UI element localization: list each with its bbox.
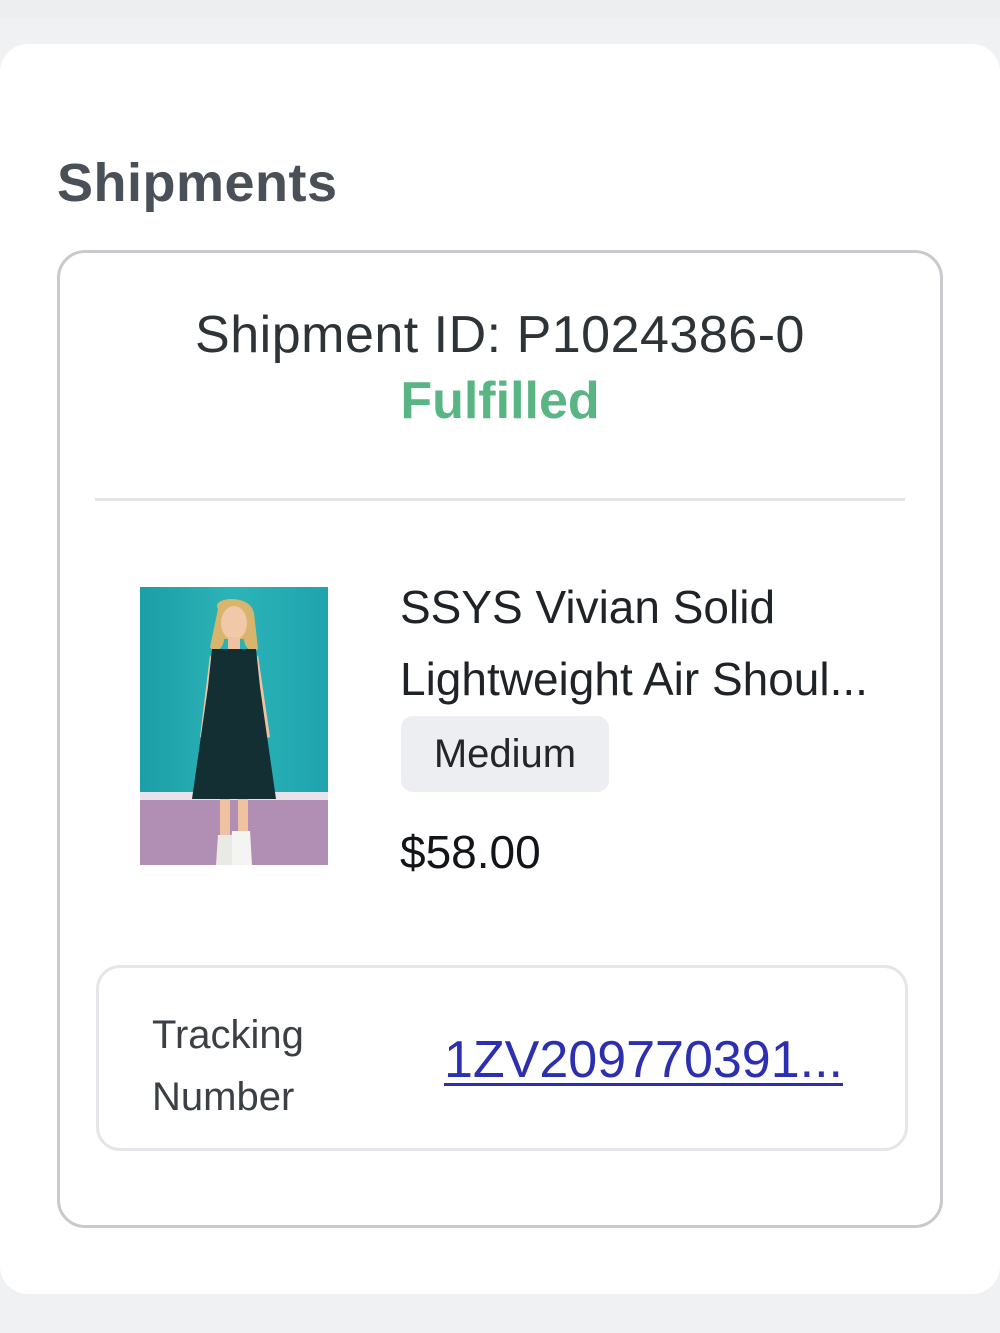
product-price: $58.00 <box>400 826 541 878</box>
tracking-number-link[interactable]: 1ZV209770391... <box>444 1030 843 1090</box>
section-title: Shipments <box>57 153 338 213</box>
top-strip <box>0 0 1000 18</box>
product-image[interactable] <box>140 587 328 865</box>
divider <box>95 498 905 501</box>
tracking-label: Tracking Number <box>152 1013 304 1119</box>
variant-badge: Medium <box>401 716 609 792</box>
tracking-box: Tracking Number 1ZV209770391... <box>96 965 908 1151</box>
product-name[interactable]: SSYS Vivian Solid Lightweight Air Shoul.… <box>400 571 910 715</box>
shipments-panel: Shipments Shipment ID: P1024386-0 Fulfil… <box>0 44 1000 1294</box>
product-name-line-2: Lightweight Air Shoul... <box>400 653 868 705</box>
shipment-status: Fulfilled <box>400 372 600 430</box>
shipment-card: Shipment ID: P1024386-0 Fulfilled SSYS V… <box>57 250 943 1228</box>
product-name-line-1: SSYS Vivian Solid <box>400 581 776 633</box>
product-photo-dress-icon <box>140 587 328 865</box>
shipment-id: Shipment ID: P1024386-0 <box>195 306 805 364</box>
